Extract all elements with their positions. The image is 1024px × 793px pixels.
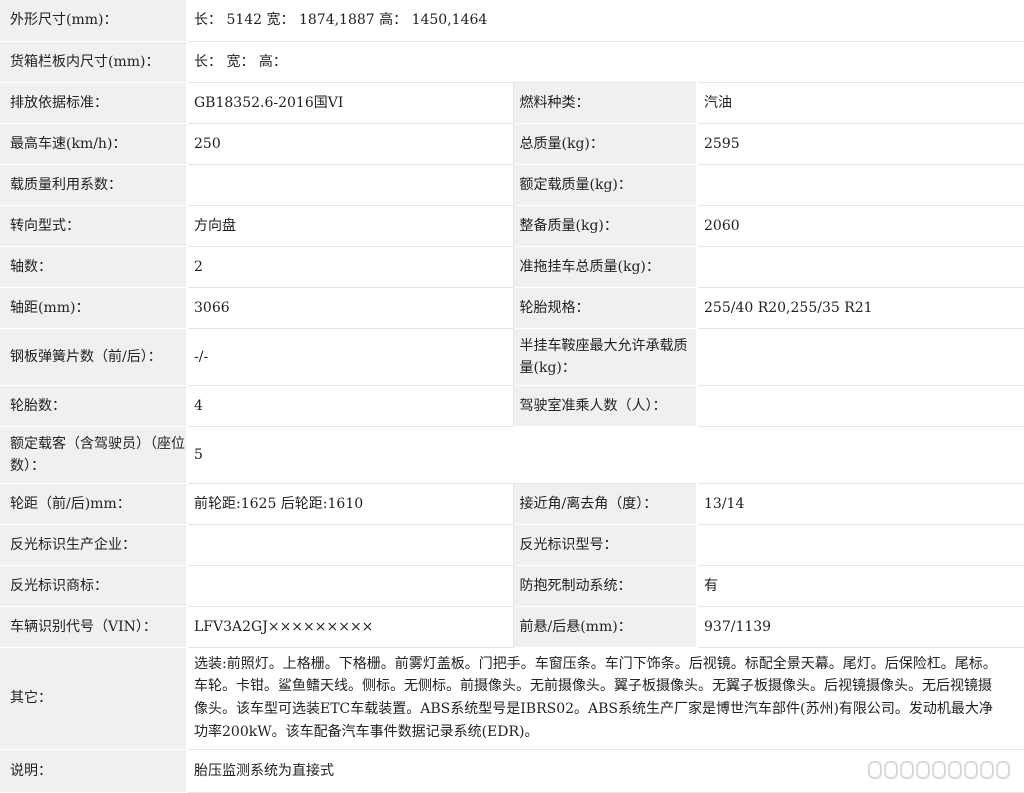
row-label: 反光标识生产企业： [0,524,188,566]
row-label: 前悬/后悬(mm)： [513,606,698,648]
watermark-mark [916,761,930,779]
row-label: 货箱栏板内尺寸(mm)： [0,41,188,83]
row-value: 255/40 R20,255/35 R21 [697,287,1024,329]
watermark-mark [964,761,978,779]
row-label: 额定载客（含驾驶员）（座位数）： [0,426,188,484]
row-label: 钢板弹簧片数（前/后）： [0,328,188,386]
row-value: 4 [187,385,514,427]
row-label: 说明： [0,749,188,793]
row-label: 转向型式： [0,205,188,247]
table-row: 货箱栏板内尺寸(mm)： 长： 宽： 高： [0,41,1024,83]
watermark-mark [884,761,898,779]
row-label: 排放依据标准： [0,82,188,124]
table-row: 反光标识生产企业： 反光标识型号： [0,524,1024,566]
watermark-mark [980,761,994,779]
watermark-mark [868,761,882,779]
row-value: 前轮距:1625 后轮距:1610 [187,483,514,525]
table-row: 额定载客（含驾驶员）（座位数）： 5 [0,426,1024,484]
row-value [697,164,1024,206]
row-value: LFV3A2GJ××××××××× [187,606,514,648]
row-label: 轴距(mm)： [0,287,188,329]
row-value [697,385,1024,427]
table-row: 车辆识别代号（VIN）： LFV3A2GJ××××××××× 前悬/后悬(mm)… [0,606,1024,648]
row-label: 防抱死制动系统： [513,565,698,607]
row-value: GB18352.6-2016国VI [187,82,514,124]
table-row: 轮距（前/后)mm： 前轮距:1625 后轮距:1610 接近角/离去角（度）：… [0,483,1024,525]
table-row: 载质量利用系数： 额定载质量(kg)： [0,164,1024,206]
row-value: -/- [187,328,514,386]
table-row: 最高车速(km/h)： 250 总质量(kg)： 2595 [0,123,1024,165]
row-label: 轮距（前/后)mm： [0,483,188,525]
row-label: 轮胎数： [0,385,188,427]
row-value: 5 [187,426,1024,484]
table-row: 外形尺寸(mm)： 长： 5142 宽： 1874,1887 高： 1450,1… [0,0,1024,42]
table-row: 反光标识商标： 防抱死制动系统： 有 [0,565,1024,607]
watermark-mark [948,761,962,779]
row-value: 方向盘 [187,205,514,247]
table-row: 轴数： 2 准拖挂车总质量(kg)： [0,246,1024,288]
row-label: 燃料种类： [513,82,698,124]
row-value: 2595 [697,123,1024,165]
watermark-mark [932,761,946,779]
table-row: 轴距(mm)： 3066 轮胎规格： 255/40 R20,255/35 R21 [0,287,1024,329]
watermark-mark [996,761,1010,779]
row-value: 937/1139 [697,606,1024,648]
table-row: 轮胎数： 4 驾驶室准乘人数（人）： [0,385,1024,427]
watermark-logo [868,761,1010,779]
row-value [187,565,514,607]
row-value: 长： 宽： 高： [187,41,1024,83]
row-value: 2060 [697,205,1024,247]
row-label: 车辆识别代号（VIN）： [0,606,188,648]
row-value: 汽油 [697,82,1024,124]
watermark-mark [900,761,914,779]
row-label: 半挂车鞍座最大允许承载质量(kg)： [513,328,698,386]
row-value [187,164,514,206]
row-label: 反光标识型号： [513,524,698,566]
table-row: 其它： 选装:前照灯。上格栅。下格栅。前雾灯盖板。门把手。车窗压条。车门下饰条。… [0,647,1024,750]
row-value: 长： 5142 宽： 1874,1887 高： 1450,1464 [187,0,1024,42]
row-label: 轴数： [0,246,188,288]
row-label: 接近角/离去角（度）： [513,483,698,525]
row-label: 总质量(kg)： [513,123,698,165]
table-row: 排放依据标准： GB18352.6-2016国VI 燃料种类： 汽油 [0,82,1024,124]
row-label: 载质量利用系数： [0,164,188,206]
row-value [697,524,1024,566]
vehicle-spec-table: 外形尺寸(mm)： 长： 5142 宽： 1874,1887 高： 1450,1… [0,0,1024,793]
row-label: 准拖挂车总质量(kg)： [513,246,698,288]
row-label: 轮胎规格： [513,287,698,329]
row-label: 反光标识商标： [0,565,188,607]
row-label: 外形尺寸(mm)： [0,0,188,42]
row-label: 整备质量(kg)： [513,205,698,247]
row-value: 选装:前照灯。上格栅。下格栅。前雾灯盖板。门把手。车窗压条。车门下饰条。后视镜。… [187,647,1024,750]
row-value: 有 [697,565,1024,607]
row-value: 250 [187,123,514,165]
row-label: 驾驶室准乘人数（人）： [513,385,698,427]
row-value [697,328,1024,386]
table-row: 转向型式： 方向盘 整备质量(kg)： 2060 [0,205,1024,247]
row-value: 13/14 [697,483,1024,525]
row-value: 2 [187,246,514,288]
row-label: 额定载质量(kg)： [513,164,698,206]
row-value: 3066 [187,287,514,329]
row-label: 其它： [0,647,188,750]
row-value [187,524,514,566]
row-value [697,246,1024,288]
row-label: 最高车速(km/h)： [0,123,188,165]
table-row: 钢板弹簧片数（前/后）： -/- 半挂车鞍座最大允许承载质量(kg)： [0,328,1024,386]
